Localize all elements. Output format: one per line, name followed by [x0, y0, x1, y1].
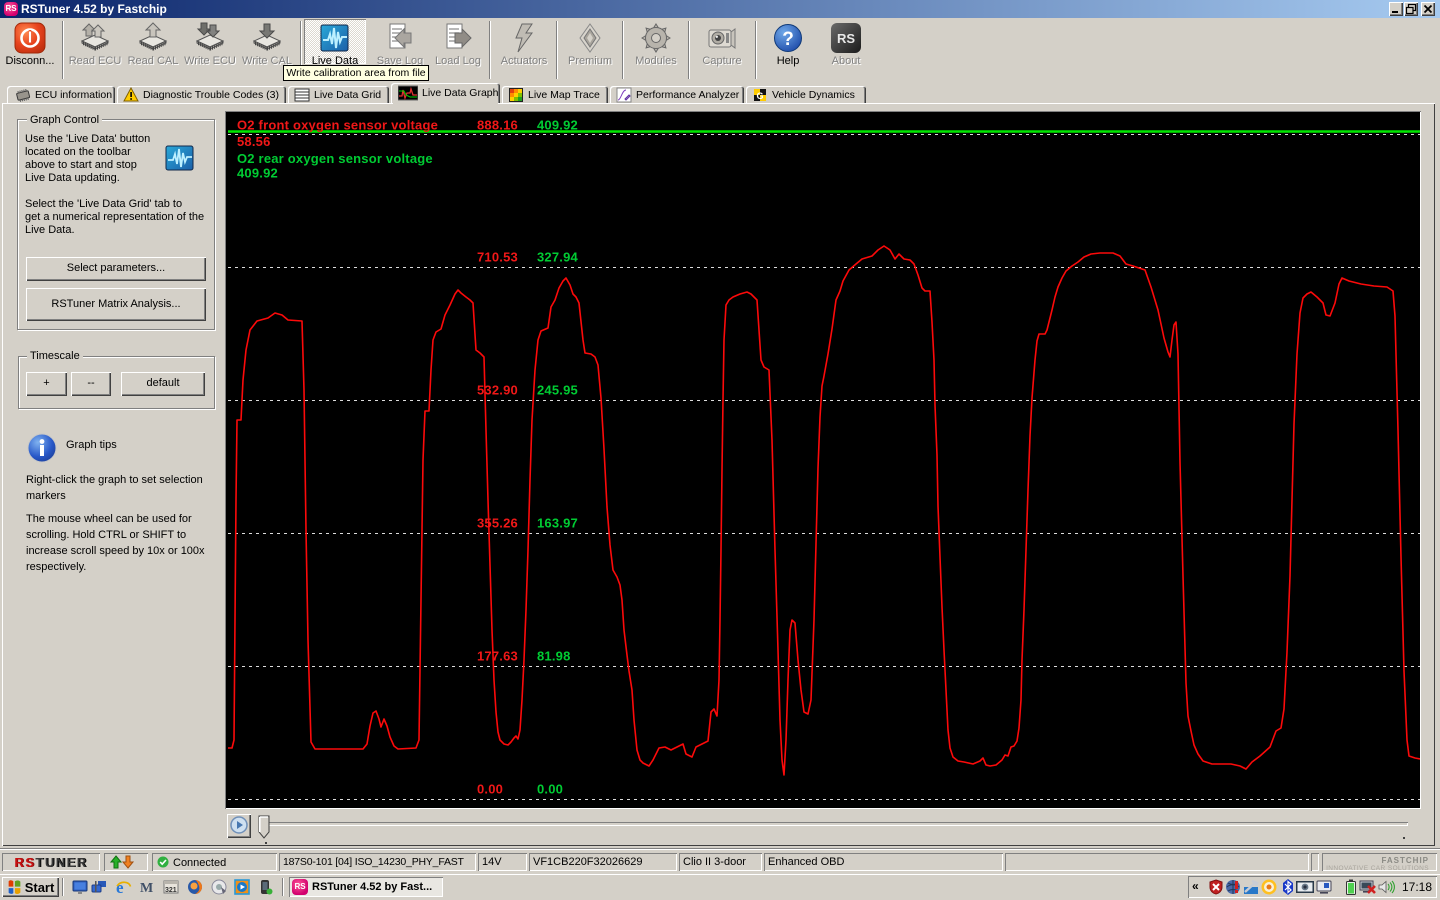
svg-text:58.56: 58.56: [237, 134, 271, 149]
svg-text:G: G: [756, 91, 763, 101]
svg-text:321: 321: [165, 887, 177, 894]
svg-text:81.98: 81.98: [537, 649, 571, 664]
svg-text:O2 front oxygen sensor voltage: O2 front oxygen sensor voltage: [237, 118, 438, 133]
svg-text:?: ?: [782, 29, 794, 50]
svg-text:e: e: [116, 879, 124, 895]
svg-text:177.63: 177.63: [477, 649, 518, 664]
svg-text:409.92: 409.92: [237, 166, 278, 181]
svg-text:710.53: 710.53: [477, 250, 518, 265]
svg-text:0.00: 0.00: [537, 782, 563, 797]
svg-text:RS: RS: [837, 31, 855, 46]
svg-text:409.92: 409.92: [537, 118, 578, 133]
svg-text:245.95: 245.95: [537, 383, 578, 398]
svg-text:O2 rear oxygen sensor voltage: O2 rear oxygen sensor voltage: [237, 151, 433, 166]
svg-text:532.90: 532.90: [477, 383, 518, 398]
svg-text:355.26: 355.26: [477, 516, 518, 531]
svg-text:327.94: 327.94: [537, 250, 579, 265]
svg-text:888.16: 888.16: [477, 118, 518, 133]
svg-text:M: M: [140, 881, 153, 895]
svg-text:163.97: 163.97: [537, 516, 578, 531]
svg-text:0.00: 0.00: [477, 782, 503, 797]
